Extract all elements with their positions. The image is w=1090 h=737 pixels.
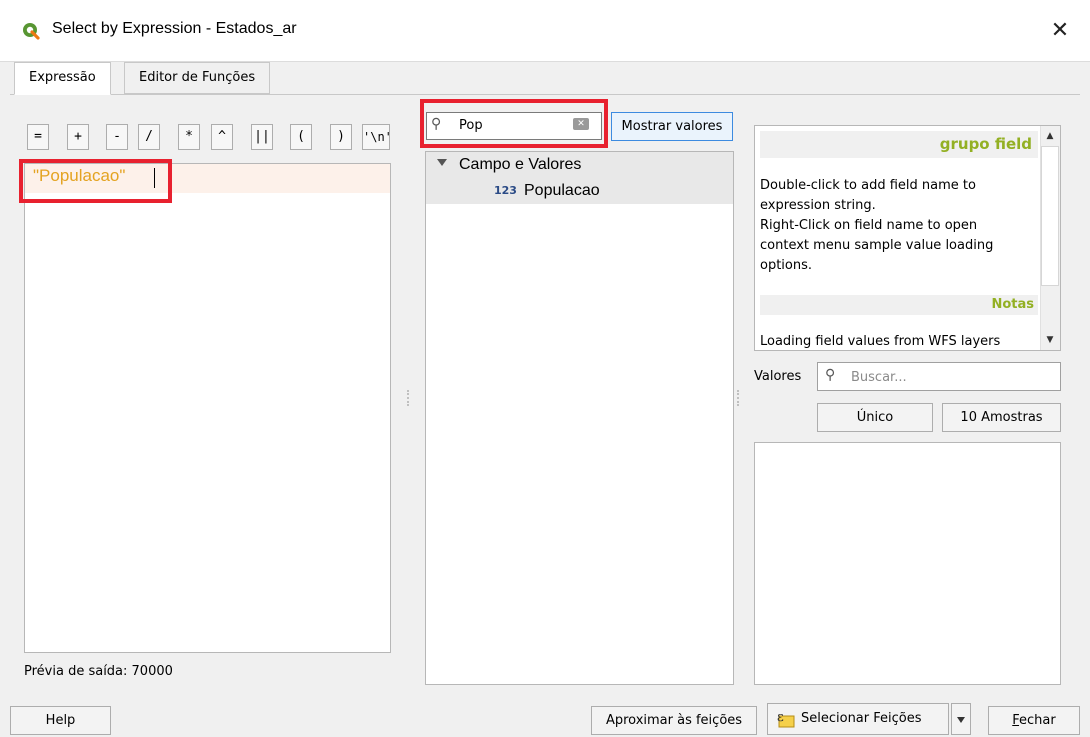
zoom-to-features-button[interactable]: Aproximar às feições	[591, 706, 757, 735]
tab-expressao[interactable]: Expressão	[14, 62, 111, 95]
help-line: context menu sample value loading	[760, 238, 994, 253]
red-highlight-box-expression	[19, 159, 172, 203]
tab-editor-funcoes[interactable]: Editor de Funções	[124, 62, 271, 94]
select-features-label: Selecionar Feições	[801, 711, 922, 726]
operator-newline-button[interactable]: '\n'	[362, 124, 392, 150]
values-search-placeholder: Buscar...	[851, 370, 907, 385]
help-line: Right-Click on field name to open	[760, 218, 978, 233]
help-text: Double-click to add field name to expres…	[760, 176, 1038, 276]
expand-arrow-icon[interactable]	[437, 159, 447, 166]
operator-power-button[interactable]: ^	[211, 124, 233, 150]
close-mnemonic: F	[1012, 713, 1020, 728]
notes-text: Loading field values from WFS layers	[760, 334, 1001, 349]
integer-field-icon: 123	[494, 184, 517, 197]
help-title: grupo field	[939, 135, 1032, 153]
values-list[interactable]	[754, 442, 1061, 685]
help-line: Double-click to add field name to	[760, 178, 976, 193]
help-line: expression string.	[760, 198, 876, 213]
select-features-button[interactable]: ε Selecionar Feições	[767, 703, 949, 735]
operator-multiply-button[interactable]: *	[178, 124, 200, 150]
help-button[interactable]: Help	[10, 706, 111, 735]
operator-equals-button[interactable]: =	[27, 124, 49, 150]
expression-editor[interactable]	[24, 163, 391, 653]
unique-values-button[interactable]: Único	[817, 403, 933, 432]
operator-concat-button[interactable]: ||	[251, 124, 273, 150]
operator-minus-button[interactable]: -	[106, 124, 128, 150]
tree-item-label: Populacao	[524, 182, 600, 199]
function-tree[interactable]	[425, 151, 734, 685]
operator-plus-button[interactable]: +	[67, 124, 89, 150]
output-preview: Prévia de saída: 70000	[24, 664, 173, 679]
window-title: Select by Expression - Estados_ar	[52, 20, 297, 37]
tree-group-label: Campo e Valores	[459, 156, 582, 173]
chevron-down-icon	[957, 717, 965, 723]
splitter-handle-left[interactable]	[407, 390, 409, 406]
red-highlight-box-search	[420, 99, 608, 148]
select-expression-icon: ε	[777, 710, 795, 728]
operator-open-paren-button[interactable]: (	[290, 124, 312, 150]
close-label: echar	[1019, 713, 1056, 728]
scroll-up-icon[interactable]: ▲	[1040, 126, 1060, 146]
select-features-dropdown[interactable]	[951, 703, 971, 735]
operator-close-paren-button[interactable]: )	[330, 124, 352, 150]
help-scrollbar-thumb[interactable]	[1041, 146, 1059, 286]
help-line: options.	[760, 258, 813, 273]
qgis-logo-icon	[23, 23, 40, 40]
close-window-button[interactable]: ✕	[1040, 14, 1080, 48]
values-label: Valores	[754, 369, 802, 384]
notes-title: Notas	[991, 297, 1034, 312]
scroll-down-icon[interactable]: ▼	[1040, 330, 1060, 350]
sample-values-button[interactable]: 10 Amostras	[942, 403, 1061, 432]
operator-divide-button[interactable]: /	[138, 124, 160, 150]
svg-text:ε: ε	[777, 710, 784, 725]
splitter-handle-right[interactable]	[737, 390, 739, 406]
close-button[interactable]: Fechar	[988, 706, 1080, 735]
show-values-button[interactable]: Mostrar valores	[611, 112, 733, 141]
search-icon: ⚲	[825, 367, 836, 383]
